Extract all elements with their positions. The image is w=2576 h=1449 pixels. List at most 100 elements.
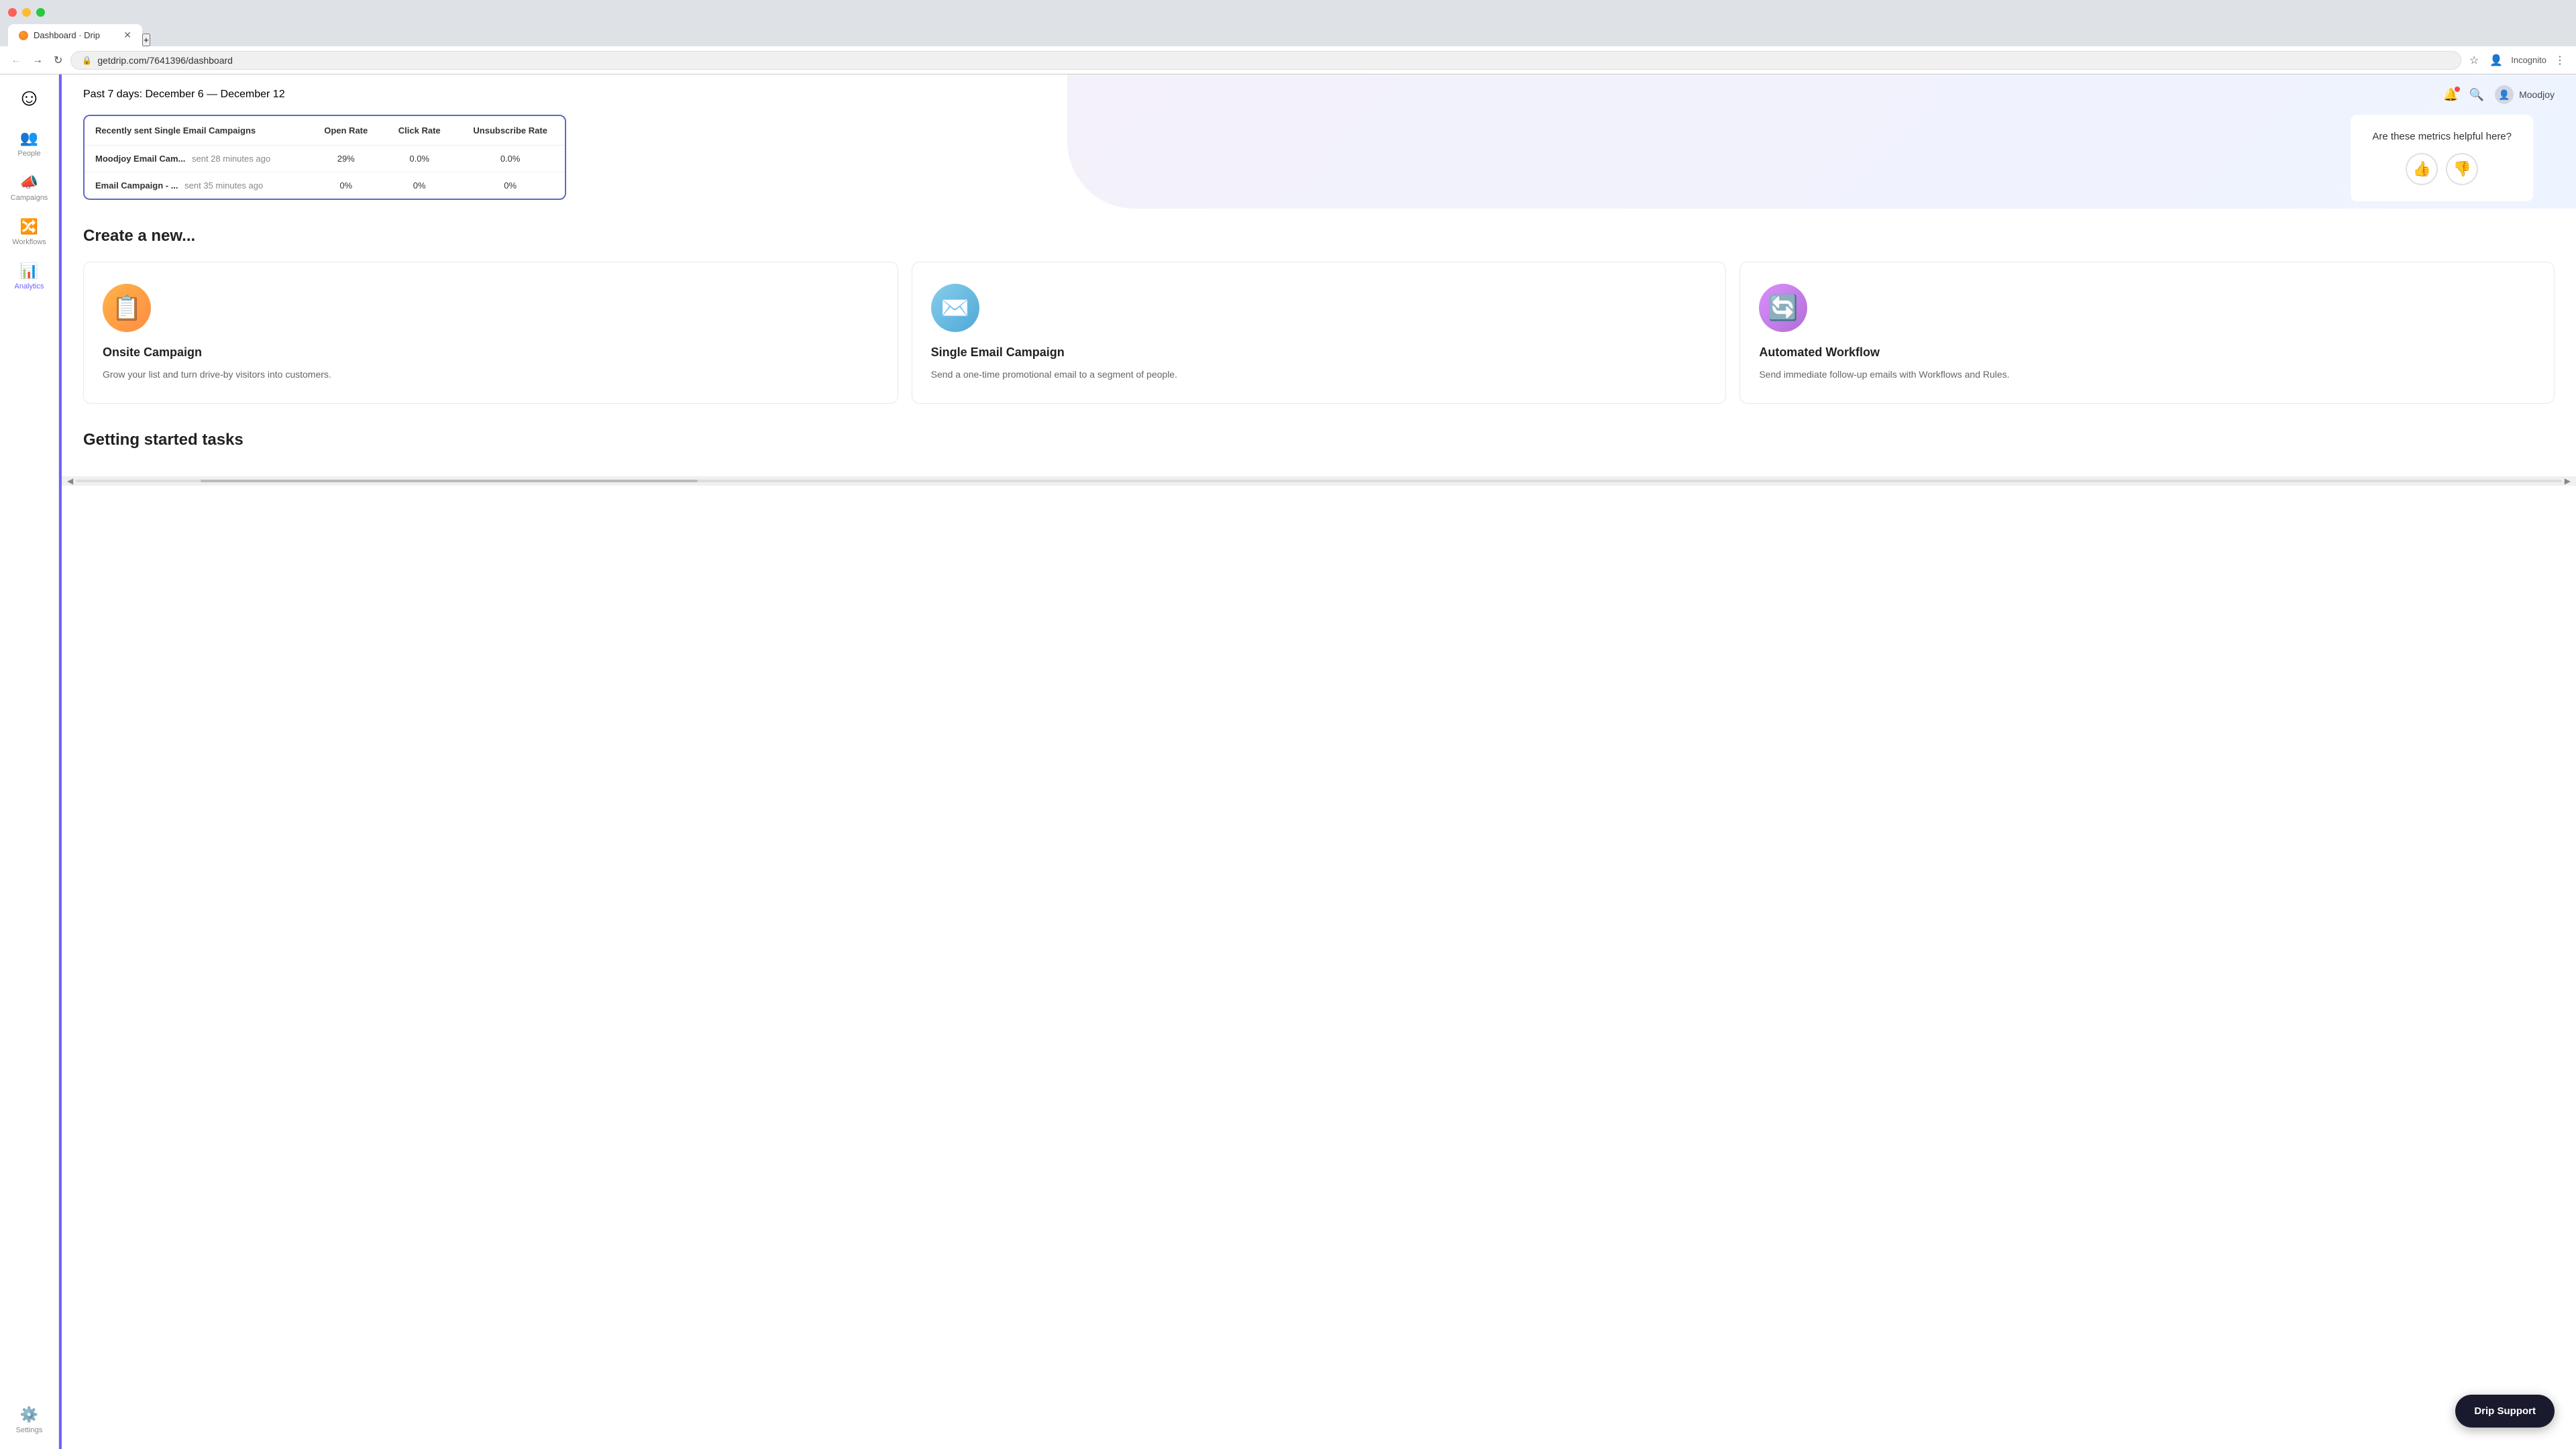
close-window-button[interactable] — [8, 8, 17, 17]
browser-actions: ☆ 👤 Incognito ⋮ — [2467, 51, 2568, 70]
email-card-title: Single Email Campaign — [931, 345, 1707, 360]
bookmark-button[interactable]: ☆ — [2467, 51, 2481, 70]
user-avatar: 👤 — [2495, 85, 2514, 104]
sidebar-logo: ☺ — [15, 83, 44, 112]
incognito-label: Incognito — [2511, 55, 2546, 65]
sidebar-item-label-analytics: Analytics — [14, 282, 44, 290]
sidebar-item-settings[interactable]: ⚙️ Settings — [4, 1399, 55, 1441]
drip-support-button[interactable]: Drip Support — [2455, 1395, 2555, 1428]
close-tab-button[interactable]: ✕ — [123, 30, 131, 41]
thumbs-up-button[interactable]: 👍 — [2406, 153, 2438, 185]
sidebar-item-label-people: People — [17, 150, 40, 158]
title-bar — [0, 0, 2576, 24]
analytics-icon: 📊 — [20, 262, 38, 280]
click-rate-header: Click Rate — [383, 116, 455, 146]
scroll-thumb[interactable] — [201, 480, 698, 482]
unsub-rate-header: Unsubscribe Rate — [455, 116, 565, 146]
logo-icon: ☺ — [17, 83, 42, 111]
campaign-col-header: Recently sent Single Email Campaigns — [85, 116, 309, 146]
table-row[interactable]: Moodjoy Email Cam... sent 28 minutes ago… — [85, 146, 565, 172]
settings-icon: ⚙️ — [20, 1406, 38, 1424]
page-header: Past 7 days: December 6 — December 12 🔔 … — [62, 74, 2576, 115]
tab-bar: 🟠 Dashboard · Drip ✕ + — [0, 24, 2576, 46]
email-card-desc: Send a one-time promotional email to a s… — [931, 368, 1707, 382]
date-range-label: Past 7 days: December 6 — December 12 — [83, 89, 285, 101]
thumbs-up-icon: 👍 — [2412, 160, 2430, 178]
date-range-prefix: Past 7 days: — [83, 89, 142, 100]
sidebar: ☺ 👥 People 📣 Campaigns 🔀 Workflows 📊 Ana… — [0, 74, 59, 1449]
create-card-workflow[interactable]: 🔄 Automated Workflow Send immediate foll… — [1739, 262, 2555, 404]
date-range-value: December 6 — December 12 — [146, 89, 285, 100]
url-text: getdrip.com/7641396/dashboard — [97, 55, 233, 66]
scroll-right-button[interactable]: ▶ — [2562, 475, 2573, 487]
campaigns-icon: 📣 — [20, 174, 38, 191]
maximize-window-button[interactable] — [36, 8, 45, 17]
scroll-bar: ◀ ▶ — [62, 476, 2576, 486]
thumbs-down-icon: 👎 — [2453, 160, 2471, 178]
tab-title: Dashboard · Drip — [34, 30, 100, 40]
create-card-onsite[interactable]: 📋 Onsite Campaign Grow your list and tur… — [83, 262, 898, 404]
back-button[interactable]: ← — [8, 52, 24, 69]
thumbs-down-button[interactable]: 👎 — [2446, 153, 2478, 185]
campaign-name-cell: Moodjoy Email Cam... sent 28 minutes ago — [85, 146, 309, 172]
open-rate-cell-0: 29% — [309, 146, 383, 172]
campaign-card: Recently sent Single Email Campaigns Ope… — [83, 115, 566, 200]
getting-started-title: Getting started tasks — [83, 431, 2555, 449]
onsite-icon: 📋 — [112, 294, 142, 322]
profile-button[interactable]: 👤 — [2487, 51, 2506, 70]
onsite-card-icon: 📋 — [103, 284, 151, 332]
active-tab[interactable]: 🟠 Dashboard · Drip ✕ — [8, 24, 142, 46]
browser-chrome: 🟠 Dashboard · Drip ✕ + ← → ↻ 🔒 getdrip.c… — [0, 0, 2576, 74]
user-menu[interactable]: 👤 Moodjoy — [2495, 85, 2555, 104]
feedback-title: Are these metrics helpful here? — [2372, 131, 2512, 142]
onsite-card-title: Onsite Campaign — [103, 345, 879, 360]
scroll-left-button[interactable]: ◀ — [64, 475, 76, 487]
sidebar-item-campaigns[interactable]: 📣 Campaigns — [4, 167, 55, 209]
people-icon: 👥 — [20, 129, 38, 147]
feedback-buttons: 👍 👎 — [2372, 153, 2512, 185]
email-icon: ✉️ — [940, 294, 970, 322]
create-cards-grid: 📋 Onsite Campaign Grow your list and tur… — [83, 262, 2555, 404]
sidebar-item-workflows[interactable]: 🔀 Workflows — [4, 211, 55, 253]
scroll-track — [76, 480, 2562, 482]
unsub-rate-cell-0: 0.0% — [455, 146, 565, 172]
workflows-icon: 🔀 — [20, 218, 38, 235]
user-name: Moodjoy — [2519, 89, 2555, 100]
new-tab-button[interactable]: + — [142, 34, 150, 46]
table-row[interactable]: Email Campaign - ... sent 35 minutes ago… — [85, 172, 565, 199]
url-bar[interactable]: 🔒 getdrip.com/7641396/dashboard — [70, 51, 2461, 70]
window-controls — [8, 8, 45, 17]
create-card-email[interactable]: ✉️ Single Email Campaign Send a one-time… — [912, 262, 1727, 404]
workflow-card-title: Automated Workflow — [1759, 345, 2535, 360]
click-rate-cell-1: 0% — [383, 172, 455, 199]
sidebar-item-people[interactable]: 👥 People — [4, 123, 55, 164]
open-rate-cell-1: 0% — [309, 172, 383, 199]
content-area: Recently sent Single Email Campaigns Ope… — [62, 115, 2576, 476]
lock-icon: 🔒 — [82, 56, 92, 65]
search-button[interactable]: 🔍 — [2469, 88, 2484, 102]
tab-favicon: 🟠 — [19, 31, 28, 40]
header-actions: 🔔 🔍 👤 Moodjoy — [2443, 85, 2555, 104]
sidebar-item-label-settings: Settings — [16, 1426, 43, 1434]
unsub-rate-cell-1: 0% — [455, 172, 565, 199]
campaign-name-cell: Email Campaign - ... sent 35 minutes ago — [85, 172, 309, 199]
notification-dot — [2455, 87, 2460, 92]
campaigns-section: Recently sent Single Email Campaigns Ope… — [83, 115, 2555, 200]
click-rate-cell-0: 0.0% — [383, 146, 455, 172]
onsite-card-desc: Grow your list and turn drive-by visitor… — [103, 368, 879, 382]
extensions-button[interactable]: ⋮ — [2552, 51, 2568, 70]
main-content: Past 7 days: December 6 — December 12 🔔 … — [62, 74, 2576, 1449]
feedback-section: Are these metrics helpful here? 👍 👎 — [2351, 115, 2533, 201]
email-card-icon: ✉️ — [931, 284, 979, 332]
forward-button[interactable]: → — [30, 52, 46, 69]
app-container: ☺ 👥 People 📣 Campaigns 🔀 Workflows 📊 Ana… — [0, 74, 2576, 1449]
workflow-card-desc: Send immediate follow-up emails with Wor… — [1759, 368, 2535, 382]
workflow-icon: 🔄 — [1768, 294, 1799, 322]
minimize-window-button[interactable] — [22, 8, 31, 17]
notification-button[interactable]: 🔔 — [2443, 88, 2458, 102]
sidebar-item-label-campaigns: Campaigns — [11, 194, 48, 202]
sidebar-item-label-workflows: Workflows — [12, 238, 46, 246]
create-new-title: Create a new... — [83, 227, 2555, 246]
sidebar-item-analytics[interactable]: 📊 Analytics — [4, 256, 55, 297]
reload-button[interactable]: ↻ — [51, 51, 65, 70]
